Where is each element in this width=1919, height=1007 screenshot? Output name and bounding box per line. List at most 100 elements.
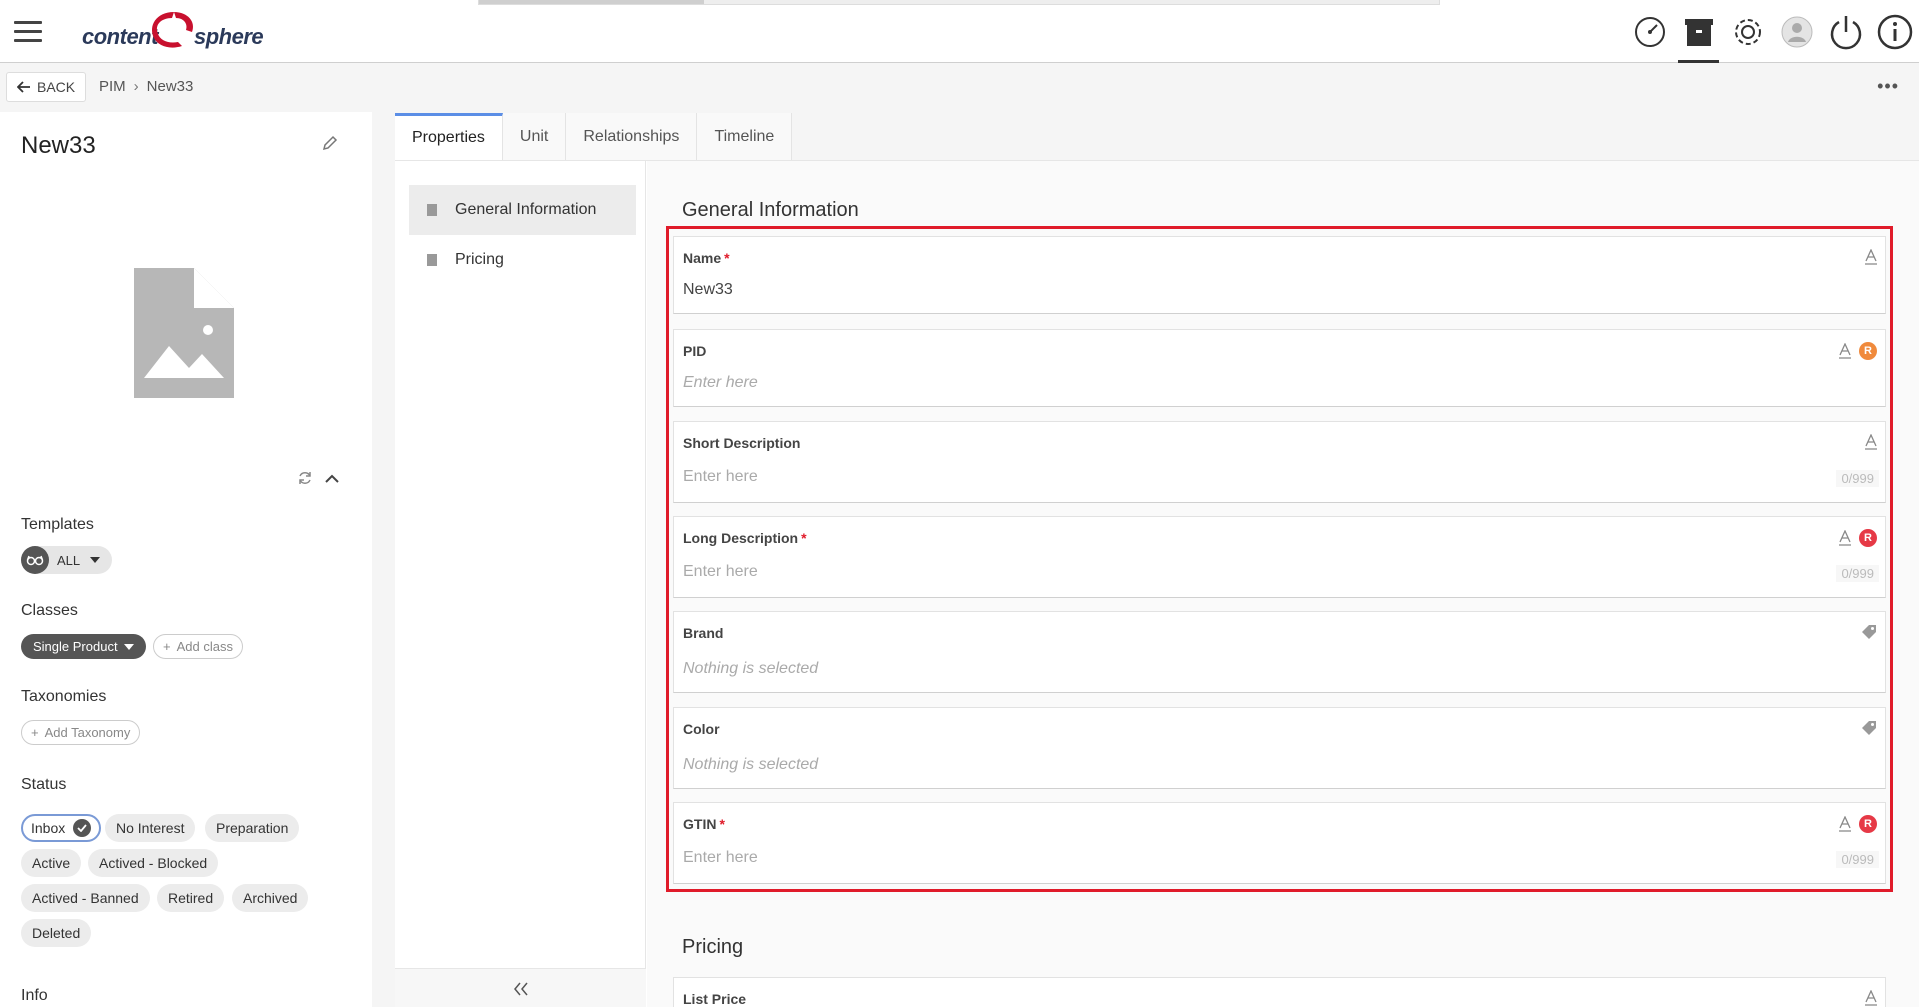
status-chip-retired[interactable]: Retired — [157, 884, 225, 912]
color-select-empty[interactable]: Nothing is selected — [683, 756, 818, 774]
more-options-icon[interactable]: ••• — [1877, 76, 1899, 97]
top-bar: content sphere — [0, 0, 1919, 63]
status-chip-actived-banned[interactable]: Actived - Banned — [21, 884, 150, 912]
form-content: General Information Name* PID R Short De… — [647, 161, 1919, 1007]
classes-label: Classes — [21, 602, 78, 619]
status-chip-actived-blocked[interactable]: Actived - Blocked — [88, 849, 219, 877]
section-nav-label: Pricing — [455, 251, 504, 268]
add-class-button[interactable]: + Add class — [153, 634, 243, 659]
status-chip-deleted[interactable]: Deleted — [21, 919, 92, 947]
chevron-right-icon: › — [133, 78, 139, 95]
field-label: Long Description * — [683, 530, 807, 546]
collapse-nav-button[interactable] — [395, 968, 646, 1007]
properties-panel: General Information Pricing General Info… — [395, 160, 1919, 1007]
class-chip[interactable]: Single Product — [21, 634, 146, 659]
status-chip-label: Inbox — [31, 820, 66, 836]
plus-icon: + — [163, 639, 171, 654]
add-taxonomy-button[interactable]: + Add Taxonomy — [21, 720, 141, 745]
status-chip-preparation[interactable]: Preparation — [205, 814, 300, 842]
back-label: BACK — [37, 79, 76, 95]
text-type-icon — [1865, 434, 1877, 450]
image-placeholder-icon — [134, 268, 234, 403]
info-label: Info — [21, 987, 48, 1004]
char-counter: 0/999 — [1836, 851, 1879, 868]
arrow-left-icon — [17, 81, 30, 93]
tab-relationships[interactable]: Relationships — [566, 113, 698, 160]
power-icon[interactable] — [1821, 0, 1870, 63]
char-counter: 0/999 — [1836, 565, 1879, 582]
r-badge-icon: R — [1859, 342, 1877, 360]
glasses-icon — [21, 546, 49, 574]
field-list-price: List Price — [673, 977, 1886, 1007]
back-button[interactable]: BACK — [6, 72, 87, 102]
tab-timeline[interactable]: Timeline — [697, 113, 793, 160]
field-label: Color — [683, 721, 720, 737]
chevron-up-icon[interactable] — [324, 472, 340, 490]
field-label: Short Description — [683, 435, 801, 451]
add-class-label: Add class — [176, 639, 233, 654]
double-chevron-left-icon — [513, 982, 528, 995]
field-brand[interactable]: Brand Nothing is selected — [673, 611, 1886, 693]
name-input[interactable] — [683, 281, 1783, 299]
text-type-icon — [1839, 530, 1851, 546]
breadcrumb-bar: BACK PIM › New33 ••• — [0, 64, 1919, 112]
pencil-icon[interactable] — [321, 134, 339, 157]
field-pid: PID R — [673, 329, 1886, 407]
logo-text-right: sphere — [194, 24, 264, 49]
gtin-input[interactable] — [683, 849, 1783, 867]
brand-select-empty[interactable]: Nothing is selected — [683, 660, 818, 678]
settings-icon[interactable] — [1723, 0, 1772, 63]
section-nav: General Information Pricing — [395, 161, 646, 1007]
status-chip-no-interest[interactable]: No Interest — [105, 814, 196, 842]
tab-unit[interactable]: Unit — [502, 113, 567, 160]
tab-properties[interactable]: Properties — [395, 113, 503, 160]
section-heading-general: General Information — [682, 199, 859, 221]
section-nav-general-information[interactable]: General Information — [409, 185, 636, 235]
field-short-description: Short Description 0/999 — [673, 421, 1886, 503]
app-logo[interactable]: content sphere — [80, 8, 270, 54]
dashboard-icon[interactable] — [1625, 0, 1674, 63]
archive-icon[interactable] — [1674, 0, 1723, 63]
pid-input[interactable] — [683, 374, 1783, 392]
status-chip-active[interactable]: Active — [21, 849, 82, 877]
breadcrumb: PIM › New33 — [99, 78, 193, 95]
document-icon — [427, 254, 437, 266]
item-title: New33 — [21, 132, 96, 159]
item-sidebar: New33 Templates ALL Classes Single Produ… — [0, 112, 372, 1007]
class-value: Single Product — [33, 639, 118, 654]
field-long-description: Long Description* R 0/999 — [673, 516, 1886, 598]
text-type-icon — [1865, 990, 1877, 1006]
r-badge-icon: R — [1859, 815, 1877, 833]
status-chip-inbox[interactable]: Inbox — [21, 814, 102, 842]
status-chip-archived[interactable]: Archived — [232, 884, 309, 912]
templates-label: Templates — [21, 516, 94, 533]
tab-bar: Properties Unit Relationships Timeline — [395, 113, 793, 160]
field-label: PID — [683, 343, 707, 359]
section-nav-label: General Information — [455, 201, 597, 218]
breadcrumb-item-pim[interactable]: PIM — [99, 78, 126, 95]
check-icon — [73, 819, 92, 837]
field-label: GTIN * — [683, 816, 725, 832]
info-icon[interactable] — [1870, 0, 1919, 63]
field-label: List Price — [683, 991, 747, 1007]
field-label: Name * — [683, 250, 730, 266]
text-type-icon — [1839, 816, 1851, 832]
user-icon[interactable] — [1772, 0, 1821, 63]
field-color[interactable]: Color Nothing is selected — [673, 707, 1886, 789]
section-nav-pricing[interactable]: Pricing — [409, 235, 636, 285]
text-type-icon — [1865, 249, 1877, 265]
refresh-icon[interactable] — [297, 470, 313, 491]
char-counter: 0/999 — [1836, 470, 1879, 487]
loading-bar — [478, 0, 1440, 5]
taxonomies-label: Taxonomies — [21, 688, 107, 705]
field-name: Name * — [673, 236, 1886, 314]
template-select[interactable]: ALL — [21, 546, 113, 574]
short-description-input[interactable] — [683, 468, 1783, 486]
plus-icon: + — [31, 725, 39, 740]
add-taxonomy-label: Add Taxonomy — [44, 725, 131, 740]
menu-icon[interactable] — [14, 21, 42, 43]
text-type-icon — [1839, 343, 1851, 359]
caret-down-icon — [123, 643, 134, 650]
long-description-input[interactable] — [683, 563, 1783, 581]
tag-icon — [1862, 625, 1876, 639]
